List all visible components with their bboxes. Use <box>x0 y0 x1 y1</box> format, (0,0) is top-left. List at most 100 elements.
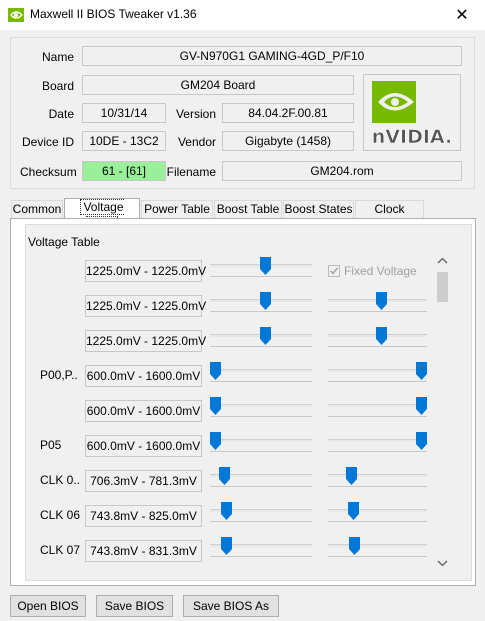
tab-voltage-table[interactable]: Voltage Table <box>64 198 140 232</box>
voltage-max-slider[interactable] <box>328 502 427 526</box>
tab-common[interactable]: Common <box>11 200 63 219</box>
version-label: Version <box>175 107 216 121</box>
voltage-max-slider[interactable] <box>328 432 427 456</box>
checksum-field[interactable]: 61 - [61] <box>82 161 166 181</box>
voltage-range-field[interactable]: 1225.0mV - 1225.0mV <box>85 260 206 282</box>
scrollbar-thumb[interactable] <box>437 272 448 302</box>
filename-label: Filename <box>166 165 216 179</box>
slider-thumb[interactable] <box>416 432 427 450</box>
voltage-range-field[interactable]: 600.0mV - 1600.0mV <box>85 400 202 422</box>
slider-thumb[interactable] <box>376 327 387 345</box>
voltage-table-group-title: Voltage Table <box>27 235 101 249</box>
checkbox-box <box>328 265 340 277</box>
nvidia-app-icon <box>8 8 24 22</box>
voltage-range-field[interactable]: 743.8mV - 831.3mV <box>85 540 202 562</box>
slider-track <box>210 404 312 407</box>
close-icon: ✕ <box>455 7 469 24</box>
slider-thumb[interactable] <box>210 362 221 380</box>
voltage-min-slider[interactable] <box>210 292 312 316</box>
slider-thumb[interactable] <box>210 432 221 450</box>
slider-tick-line <box>328 346 427 347</box>
slider-tick-line <box>210 346 312 347</box>
voltage-row-label: CLK 06 <box>40 508 81 522</box>
slider-thumb[interactable] <box>416 397 427 415</box>
window-title: Maxwell II BIOS Tweaker v1.36 <box>30 7 197 21</box>
slider-thumb[interactable] <box>346 467 357 485</box>
checksum-label: Checksum <box>20 165 77 179</box>
tab-boost-states[interactable]: Boost States <box>283 200 354 219</box>
voltage-min-slider[interactable] <box>210 362 312 386</box>
voltage-min-slider[interactable] <box>210 257 312 281</box>
slider-thumb[interactable] <box>260 327 271 345</box>
slider-thumb[interactable] <box>260 257 271 275</box>
tab-power-table[interactable]: Power Table <box>141 200 213 219</box>
board-label: Board <box>41 79 74 93</box>
voltage-min-slider[interactable] <box>210 432 312 456</box>
slider-tick-line <box>328 381 427 382</box>
voltage-max-slider[interactable] <box>328 327 427 351</box>
voltage-row-label: CLK 07 <box>40 543 81 557</box>
nvidia-wordmark: nVIDIA. <box>372 126 452 148</box>
voltage-min-slider[interactable] <box>210 467 312 491</box>
slider-tick-line <box>210 451 312 452</box>
voltage-range-field[interactable]: 1225.0mV - 1225.0mV <box>85 330 206 352</box>
save-bios-as-button[interactable]: Save BIOS As <box>183 595 279 617</box>
name-field[interactable]: GV-N970G1 GAMING-4GD_P/F10 <box>82 46 462 66</box>
tab-clock-states[interactable]: Clock States <box>355 200 424 233</box>
voltage-row-label: CLK 0.. <box>40 473 81 487</box>
slider-track <box>328 509 427 512</box>
voltage-range-field[interactable]: 600.0mV - 1600.0mV <box>85 435 202 457</box>
fixed-voltage-label: Fixed Voltage <box>344 264 417 278</box>
nvidia-eye-icon: nVIDIA. <box>371 81 453 148</box>
device-id-label: Device ID <box>21 135 74 149</box>
slider-tick-line <box>328 556 427 557</box>
date-field[interactable]: 10/31/14 <box>82 103 166 123</box>
voltage-min-slider[interactable] <box>210 537 312 561</box>
title-bar: Maxwell II BIOS Tweaker v1.36 ✕ <box>0 0 485 30</box>
board-field[interactable]: GM204 Board <box>82 75 354 95</box>
slider-tick-line <box>328 416 427 417</box>
device-id-field[interactable]: 10DE - 13C2 <box>82 131 166 151</box>
slider-tick-line <box>210 556 312 557</box>
fixed-voltage-checkbox[interactable]: Fixed Voltage <box>328 264 417 278</box>
slider-thumb[interactable] <box>376 292 387 310</box>
slider-thumb[interactable] <box>348 502 359 520</box>
vendor-field[interactable]: Gigabyte (1458) <box>222 131 354 151</box>
voltage-range-field[interactable]: 743.8mV - 825.0mV <box>85 505 202 527</box>
voltage-max-slider[interactable] <box>328 362 427 386</box>
tab-boost-table[interactable]: Boost Table <box>214 200 282 219</box>
date-label: Date <box>48 107 74 121</box>
voltage-range-field[interactable]: 600.0mV - 1600.0mV <box>85 365 202 387</box>
voltage-max-slider[interactable] <box>328 397 427 421</box>
open-bios-button[interactable]: Open BIOS <box>10 595 86 617</box>
voltage-row-label: P05 <box>40 438 62 452</box>
voltage-max-slider[interactable] <box>328 292 427 316</box>
slider-thumb[interactable] <box>210 397 221 415</box>
close-button[interactable]: ✕ <box>439 0 485 30</box>
voltage-range-field[interactable]: 1225.0mV - 1225.0mV <box>85 295 206 317</box>
filename-field[interactable]: GM204.rom <box>222 161 462 181</box>
save-bios-button[interactable]: Save BIOS <box>96 595 173 617</box>
slider-tick-line <box>210 276 312 277</box>
slider-thumb[interactable] <box>221 502 232 520</box>
slider-thumb[interactable] <box>349 537 360 555</box>
slider-track <box>328 369 427 372</box>
voltage-min-slider[interactable] <box>210 502 312 526</box>
slider-thumb[interactable] <box>219 467 230 485</box>
voltage-max-slider[interactable] <box>328 467 427 491</box>
voltage-min-slider[interactable] <box>210 397 312 421</box>
slider-track <box>328 544 427 547</box>
version-field[interactable]: 84.04.2F.00.81 <box>222 103 354 123</box>
slider-track <box>328 474 427 477</box>
checkmark-icon <box>330 267 339 275</box>
slider-thumb[interactable] <box>221 537 232 555</box>
voltage-min-slider[interactable] <box>210 327 312 351</box>
slider-tick-line <box>328 311 427 312</box>
voltage-range-field[interactable]: 706.3mV - 781.3mV <box>85 470 202 492</box>
vendor-label: Vendor <box>177 135 216 149</box>
slider-thumb[interactable] <box>416 362 427 380</box>
slider-track <box>328 404 427 407</box>
slider-thumb[interactable] <box>260 292 271 310</box>
slider-track <box>210 369 312 372</box>
voltage-max-slider[interactable] <box>328 537 427 561</box>
